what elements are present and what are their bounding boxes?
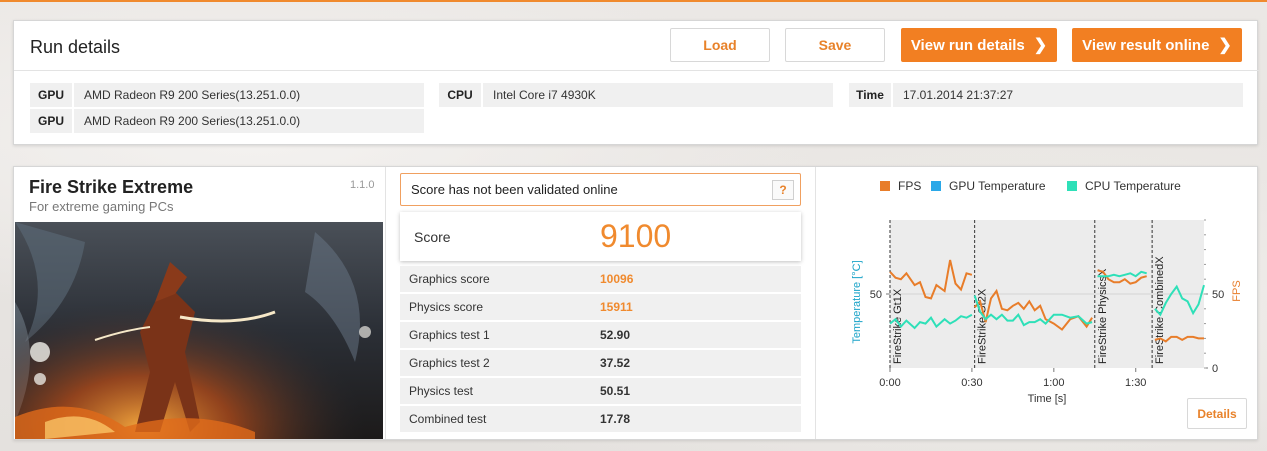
metric-value: 17.78 [600,412,631,426]
metric-label: Physics test [409,384,474,398]
legend-label: GPU Temperature [949,179,1046,193]
validation-notice: Score has not been validated online ? [400,173,801,206]
cpu-key: CPU [439,83,483,107]
divider [14,70,1259,71]
score-box: Score 9100 [400,212,801,261]
gpu-key: GPU [30,109,74,133]
legend-swatch-fps [880,181,890,191]
gpu-value: AMD Radeon R9 200 Series(13.251.0.0) [84,114,301,128]
chevron-right-icon: ❯ [1218,37,1232,54]
y-left-axis-title: Temperature [°C] [851,260,863,343]
y-left-tick-label: 50 [870,289,882,301]
section-label: FireStrike Gt2X [977,288,989,364]
legend-label: CPU Temperature [1085,179,1181,193]
run-details-panel: Run details Load Save View run details ❯… [13,20,1259,145]
metric-value: 37.52 [600,356,631,370]
legend-gpu-temperature: GPU Temperature [931,179,1046,193]
details-button[interactable]: Details [1187,398,1247,429]
run-details-title: Run details [30,37,121,57]
metric-row: Combined test 17.78 [400,406,801,432]
metric-row: Physics score 15911 [400,294,801,320]
load-button[interactable]: Load [670,28,770,62]
performance-chart: FireStrike Gt1X FireStrike Gt2X FireStrike… [851,219,1242,405]
top-accent-bar [0,0,1267,2]
gpu-info-row: GPU AMD Radeon R9 200 Series(13.251.0.0) [30,83,424,107]
gpu-value: AMD Radeon R9 200 Series(13.251.0.0) [84,88,301,102]
result-panel: Fire Strike Extreme For extreme gaming P… [13,166,1258,440]
column-divider [815,167,816,439]
score-value: 9100 [600,218,672,254]
time-key: Time [849,83,893,107]
x-tick-label: 1:00 [1043,377,1064,389]
test-version: 1.1.0 [350,179,375,191]
legend-fps: FPS [880,179,921,193]
view-result-online-label: View result online [1082,36,1210,54]
legend-label: FPS [898,179,922,193]
validation-message: Score has not been validated online [411,182,618,197]
view-run-details-label: View run details [910,36,1025,54]
metric-label: Graphics score [409,272,490,286]
chevron-right-icon: ❯ [1033,37,1048,54]
time-value: 17.01.2014 21:37:27 [903,88,1014,102]
help-button[interactable]: ? [772,180,794,200]
hero-artwork [15,222,383,439]
view-run-details-button[interactable]: View run details ❯ [901,28,1057,62]
metric-value: 15911 [600,300,633,314]
legend-swatch-cpu [1067,181,1077,191]
x-tick-label: 0:00 [879,377,900,389]
metric-row: Physics test 50.51 [400,378,801,404]
y-right-tick-label: 0 [1212,363,1218,375]
metric-label: Combined test [409,412,487,426]
metric-value: 10096 [600,272,634,286]
metric-label: Physics score [409,300,484,314]
x-tick-label: 1:30 [1125,377,1146,389]
y-right-tick-label: 50 [1212,289,1224,301]
metric-row: Graphics score 10096 [400,266,801,292]
x-tick-label: 0:30 [961,377,982,389]
metric-value: 52.90 [600,328,631,342]
section-label: FireStrike PhysicsX [1097,268,1109,364]
x-axis-title: Time [s] [1028,393,1067,405]
cpu-info-row: CPU Intel Core i7 4930K [439,83,833,107]
metric-label: Graphics test 1 [409,328,490,342]
test-hero-image [15,222,383,439]
metric-label: Graphics test 2 [409,356,490,370]
cpu-value: Intel Core i7 4930K [493,88,596,102]
gpu-key: GPU [30,83,74,107]
metric-row: Graphics test 1 52.90 [400,322,801,348]
gpu-info-row: GPU AMD Radeon R9 200 Series(13.251.0.0) [30,109,424,133]
legend-swatch-gpu [931,181,941,191]
metric-value: 50.51 [600,384,631,398]
column-divider [385,167,386,439]
save-button[interactable]: Save [785,28,885,62]
score-label: Score [414,228,451,245]
metric-row: Graphics test 2 37.52 [400,350,801,376]
test-subtitle: For extreme gaming PCs [29,199,174,214]
test-name: Fire Strike Extreme [29,177,194,197]
view-result-online-button[interactable]: View result online ❯ [1072,28,1242,62]
y-right-axis-title: FPS [1231,280,1242,301]
legend-cpu-temperature: CPU Temperature [1067,179,1181,193]
time-info-row: Time 17.01.2014 21:37:27 [849,83,1243,107]
